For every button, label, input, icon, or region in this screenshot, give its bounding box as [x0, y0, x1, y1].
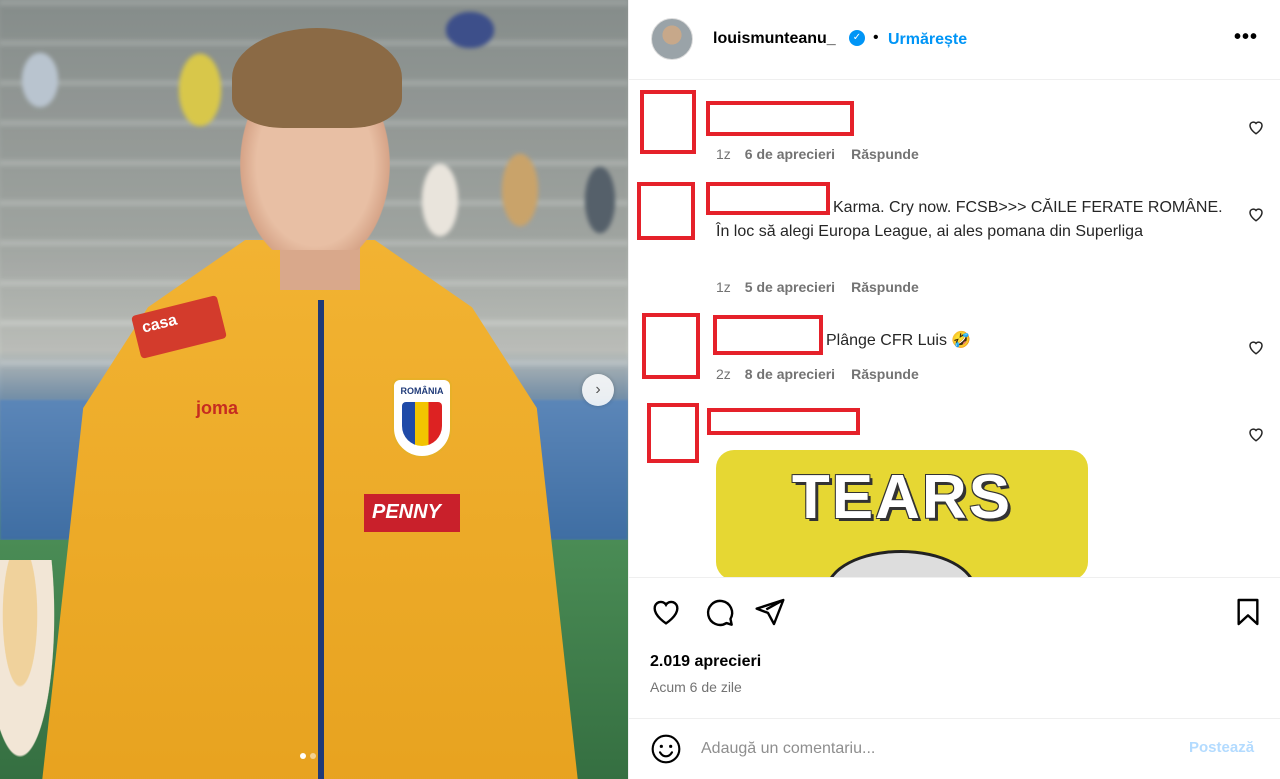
next-image-button[interactable]: ›: [582, 374, 614, 406]
comment-meta: 1z 6 de aprecieri Răspunde: [716, 146, 919, 162]
comment-time[interactable]: 1z: [716, 146, 731, 162]
comments-list[interactable]: 1z 6 de aprecieri Răspunde Karma. Cry no…: [629, 80, 1280, 577]
add-comment-bar: Postează: [629, 718, 1280, 779]
carousel-dot-active: [300, 753, 306, 759]
redacted-username: [706, 101, 854, 136]
crest-label: ROMÂNIA: [400, 386, 444, 396]
comment-text: Plânge CFR Luis 🤣: [826, 332, 972, 349]
verified-icon: ✓: [849, 30, 865, 46]
comment-icon[interactable]: [703, 596, 735, 628]
post-details-panel: louismunteanu_ ✓ • Urmărește ••• 1z 6 de…: [628, 0, 1280, 779]
heart-icon[interactable]: [1247, 205, 1265, 223]
heart-icon[interactable]: [1247, 118, 1265, 136]
romania-crest: ROMÂNIA: [392, 378, 452, 458]
comment-text: Karma. Cry now. FCSB>>> CĂILE FERATE ROM…: [716, 199, 1223, 240]
reply-button[interactable]: Răspunde: [851, 366, 919, 382]
redacted-avatar: [637, 182, 695, 240]
comment-time[interactable]: 2z: [716, 366, 731, 382]
redacted-username: [707, 408, 860, 435]
jacket-zip: [318, 300, 324, 779]
reply-button[interactable]: Răspunde: [851, 146, 919, 162]
comment-likes[interactable]: 8 de aprecieri: [745, 366, 835, 382]
comment-likes[interactable]: 5 de aprecieri: [745, 279, 835, 295]
redacted-avatar: [642, 313, 700, 379]
likes-count[interactable]: 2.019 aprecieri: [650, 653, 761, 671]
username-link[interactable]: louismunteanu_: [713, 30, 836, 48]
post-photo[interactable]: casa joma ROMÂNIA PENNY ›: [0, 0, 628, 779]
comment-input[interactable]: [701, 737, 1181, 761]
comment-gif[interactable]: TEARS: [716, 450, 1088, 577]
separator-dot: •: [873, 29, 879, 46]
post-actions: 2.019 aprecieri Acum 6 de zile: [629, 577, 1280, 727]
chevron-right-icon: ›: [595, 381, 601, 398]
follow-button[interactable]: Urmărește: [888, 31, 967, 49]
comment-meta: 2z 8 de aprecieri Răspunde: [716, 366, 919, 382]
post-header: louismunteanu_ ✓ • Urmărește •••: [629, 0, 1280, 80]
heart-icon[interactable]: [1247, 338, 1265, 356]
post-timestamp[interactable]: Acum 6 de zile: [650, 679, 742, 695]
gif-ball: [826, 550, 976, 577]
redacted-avatar: [640, 90, 696, 154]
redacted-username: [713, 315, 823, 355]
bookmark-icon[interactable]: [1232, 596, 1264, 628]
redacted-avatar: [647, 403, 699, 463]
comment-meta: 1z 5 de aprecieri Răspunde: [716, 279, 919, 295]
more-icon[interactable]: •••: [1231, 22, 1261, 52]
player-hair: [232, 28, 402, 128]
share-icon[interactable]: [754, 596, 786, 628]
comment-likes[interactable]: 6 de aprecieri: [745, 146, 835, 162]
avatar[interactable]: [651, 18, 693, 60]
heart-icon[interactable]: [650, 596, 682, 628]
carousel-dot: [310, 753, 316, 759]
brand-logo-joma: joma: [196, 398, 239, 418]
crest-shield: [402, 402, 442, 446]
carousel-dots: [300, 753, 316, 759]
comment-time[interactable]: 1z: [716, 279, 731, 295]
heart-icon[interactable]: [1247, 425, 1265, 443]
reply-button[interactable]: Răspunde: [851, 279, 919, 295]
emoji-icon[interactable]: [650, 733, 682, 765]
post-comment-button[interactable]: Postează: [1189, 739, 1254, 756]
sponsor-logo-penny: PENNY: [364, 494, 460, 532]
gif-caption: TEARS: [791, 463, 1013, 532]
